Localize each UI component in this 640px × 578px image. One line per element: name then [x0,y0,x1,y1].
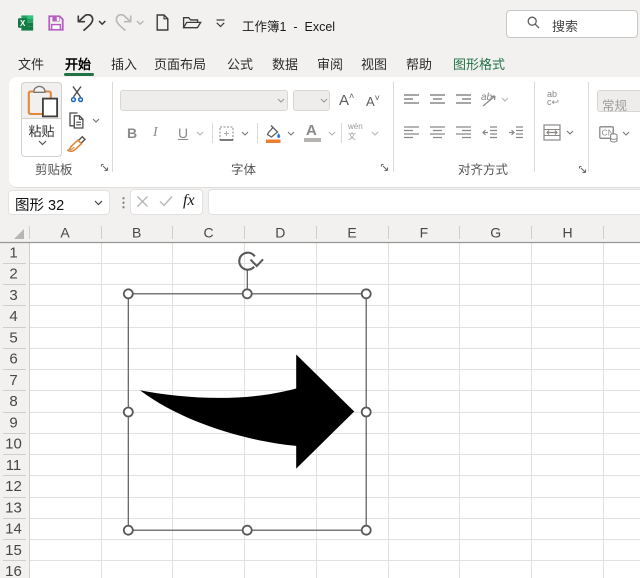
svg-text:A: A [60,225,70,241]
svg-text:D: D [275,225,285,241]
svg-text:C: C [203,225,213,241]
svg-text:2: 2 [9,266,17,283]
svg-text:14: 14 [5,521,22,538]
svg-text:X: X [20,19,26,28]
svg-text:ab: ab [481,92,493,103]
svg-text:7: 7 [9,372,17,389]
svg-text:15: 15 [5,542,22,559]
svg-text:F: F [420,225,429,241]
svg-text:6: 6 [9,351,17,368]
svg-text:5: 5 [9,330,17,347]
svg-text:16: 16 [5,563,22,578]
svg-text:B: B [132,225,141,241]
svg-text:H: H [562,225,572,241]
svg-text:8: 8 [9,393,17,410]
svg-text:3: 3 [9,287,17,304]
svg-text:E: E [347,225,356,241]
svg-text:13: 13 [5,500,22,517]
svg-text:12: 12 [5,478,22,495]
svg-text:11: 11 [6,457,22,474]
svg-text:10: 10 [5,436,22,453]
svg-text:9: 9 [9,415,17,432]
svg-text:4: 4 [9,308,17,325]
svg-text:1: 1 [9,245,17,262]
svg-text:G: G [490,225,501,241]
